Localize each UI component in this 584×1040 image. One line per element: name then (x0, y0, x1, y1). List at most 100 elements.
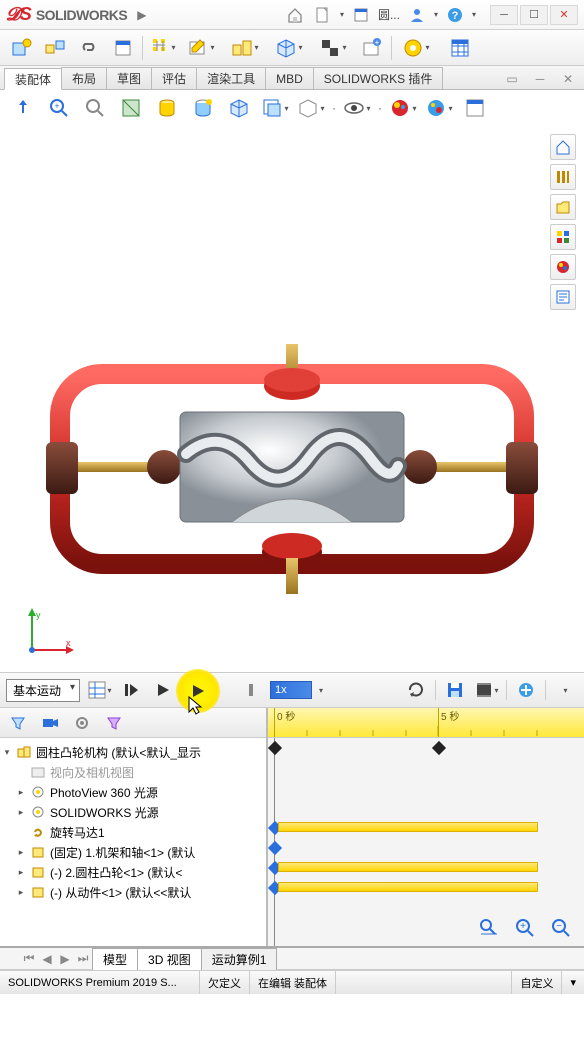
tree-part3-row[interactable]: ▸ (-) 从动件<1> (默认<<默认 (2, 882, 264, 902)
tool-cube-icon[interactable]: ▾ (269, 34, 309, 62)
taskpane-appearance-icon[interactable] (550, 254, 576, 280)
motion-loop-icon[interactable] (403, 678, 429, 702)
expand-icon[interactable]: ▸ (16, 787, 26, 798)
tool-new-part-icon[interactable]: + (357, 34, 387, 62)
bottom-tab-model[interactable]: 模型 (92, 948, 138, 970)
model-viewport[interactable]: y x (0, 126, 584, 672)
tab-plugins[interactable]: SOLIDWORKS 插件 (313, 67, 444, 89)
minimize-button[interactable]: ─ (490, 5, 518, 25)
maximize-button[interactable]: ☐ (520, 5, 548, 25)
motion-animation-icon[interactable]: ▾ (474, 678, 500, 702)
tab-mbd[interactable]: MBD (265, 67, 314, 89)
new-doc-icon[interactable] (312, 4, 334, 26)
tree-view-folder-row[interactable]: 视向及相机视图 (2, 762, 264, 782)
keyframe-icon[interactable] (268, 741, 282, 755)
tab-nav-next-icon[interactable]: ▶ (56, 952, 74, 966)
motion-type-select[interactable]: 基本运动 (6, 679, 80, 702)
taskpane-library-icon[interactable] (550, 164, 576, 190)
zoom-out-timeline-icon[interactable]: − (546, 914, 576, 940)
timeline-ruler[interactable]: 0 秒 5 秒 (268, 708, 584, 738)
tool-reference-icon[interactable]: ▾ (313, 34, 353, 62)
user-icon[interactable] (406, 4, 428, 26)
tab-close-icon[interactable]: ✕ (556, 69, 580, 89)
tool-appearance-icon[interactable]: ▾ (396, 34, 436, 62)
view-style-cylinder-icon[interactable] (152, 94, 182, 122)
help-icon[interactable]: ? (444, 4, 466, 26)
motion-play-icon[interactable] (150, 678, 176, 702)
expand-icon[interactable]: ▸ (16, 867, 26, 878)
dropdown-caret-icon[interactable]: ▾ (472, 10, 476, 19)
expand-icon[interactable]: ▸ (16, 807, 26, 818)
timeline-bar[interactable] (278, 862, 538, 872)
keyframe-icon[interactable] (432, 741, 446, 755)
timeline-row-part3[interactable] (268, 878, 584, 898)
motion-wizard-icon[interactable] (513, 678, 539, 702)
filter-gear-icon[interactable] (70, 712, 94, 734)
filter-funnel-icon[interactable] (6, 712, 30, 734)
view-cube-icon[interactable] (224, 94, 254, 122)
titlebar-file-icon[interactable] (350, 4, 372, 26)
tab-options-icon[interactable]: ─ (528, 69, 552, 89)
tool-attachment-icon[interactable] (74, 34, 104, 62)
close-button[interactable]: ✕ (550, 5, 578, 25)
bottom-tab-motion[interactable]: 运动算例1 (201, 948, 278, 970)
taskpane-view-palette-icon[interactable] (550, 224, 576, 250)
tab-render[interactable]: 渲染工具 (196, 67, 266, 89)
zoom-in-timeline-icon[interactable]: + (510, 914, 540, 940)
taskpane-home-icon[interactable] (550, 134, 576, 160)
tab-nav-prev-icon[interactable]: ◀ (38, 952, 56, 966)
timeline-row-motor[interactable] (268, 818, 584, 838)
filter-funnel-purple-icon[interactable] (102, 712, 126, 734)
home-icon[interactable] (284, 4, 306, 26)
bottom-tab-3dview[interactable]: 3D 视图 (137, 948, 202, 970)
dropdown-caret-icon[interactable]: ▾ (340, 10, 344, 19)
taskpane-explorer-icon[interactable] (550, 194, 576, 220)
view-render-icon[interactable] (188, 94, 218, 122)
tab-expand-icon[interactable]: ▭ (500, 69, 524, 89)
tree-swlight-row[interactable]: ▸ SOLIDWORKS 光源 (2, 802, 264, 822)
view-settings-icon[interactable] (460, 94, 490, 122)
collapse-icon[interactable]: ▾ (2, 747, 12, 758)
filter-camera-icon[interactable] (38, 712, 62, 734)
tree-photoview-row[interactable]: ▸ PhotoView 360 光源 (2, 782, 264, 802)
tree-body[interactable]: ▾ 圆柱凸轮机构 (默认<默认_显示 视向及相机视图 ▸ PhotoView 3… (0, 738, 266, 946)
zoom-fit-icon[interactable] (8, 94, 38, 122)
tab-evaluate[interactable]: 评估 (151, 67, 197, 89)
dropdown-caret-icon[interactable]: ▾ (434, 10, 438, 19)
tool-insert-icon[interactable] (6, 34, 36, 62)
tab-assembly[interactable]: 装配体 (4, 68, 62, 90)
menu-arrow-icon[interactable]: ▶ (137, 8, 146, 22)
view-scene-sphere-icon[interactable]: ▾ (424, 94, 454, 122)
dropdown-caret-icon[interactable]: ▾ (319, 686, 323, 695)
tool-edit-component-icon[interactable]: ▾ (181, 34, 221, 62)
tree-part2-row[interactable]: ▸ (-) 2.圆柱凸轮<1> (默认< (2, 862, 264, 882)
timeline[interactable]: 0 秒 5 秒 (268, 708, 584, 946)
section-view-icon[interactable] (116, 94, 146, 122)
tree-motor-row[interactable]: 旋转马达1 (2, 822, 264, 842)
timeline-row-part2[interactable] (268, 858, 584, 878)
keyframe-icon[interactable] (268, 841, 282, 855)
view-display-icon[interactable]: ▾ (296, 94, 326, 122)
timeline-row-root[interactable] (268, 738, 584, 758)
view-visibility-icon[interactable]: ▾ (342, 94, 372, 122)
motion-speed-input[interactable]: 1x (270, 681, 312, 699)
zoom-fit-timeline-icon[interactable] (474, 914, 504, 940)
motion-more-icon[interactable]: ▾ (552, 678, 578, 702)
tab-nav-last-icon[interactable]: ⏭ (74, 951, 92, 966)
zoom-area-icon[interactable]: + (44, 94, 74, 122)
tool-component-icon[interactable]: ▾ (147, 34, 177, 62)
motion-save-icon[interactable] (442, 678, 468, 702)
tool-assembly-icon[interactable]: ▾ (225, 34, 265, 62)
view-orient-icon[interactable]: ▾ (260, 94, 290, 122)
zoom-dynamic-icon[interactable] (80, 94, 110, 122)
motion-start-icon[interactable] (118, 678, 144, 702)
tool-bom-grid-icon[interactable] (440, 34, 480, 62)
tab-layout[interactable]: 布局 (61, 67, 107, 89)
timeline-row-part1[interactable] (268, 838, 584, 858)
tab-nav-first-icon[interactable]: ⏮ (20, 951, 38, 966)
motion-key-icon[interactable] (238, 678, 264, 702)
tool-window-icon[interactable] (108, 34, 138, 62)
status-custom[interactable]: 自定义 (512, 971, 562, 994)
taskpane-properties-icon[interactable] (550, 284, 576, 310)
expand-icon[interactable]: ▸ (16, 887, 26, 898)
